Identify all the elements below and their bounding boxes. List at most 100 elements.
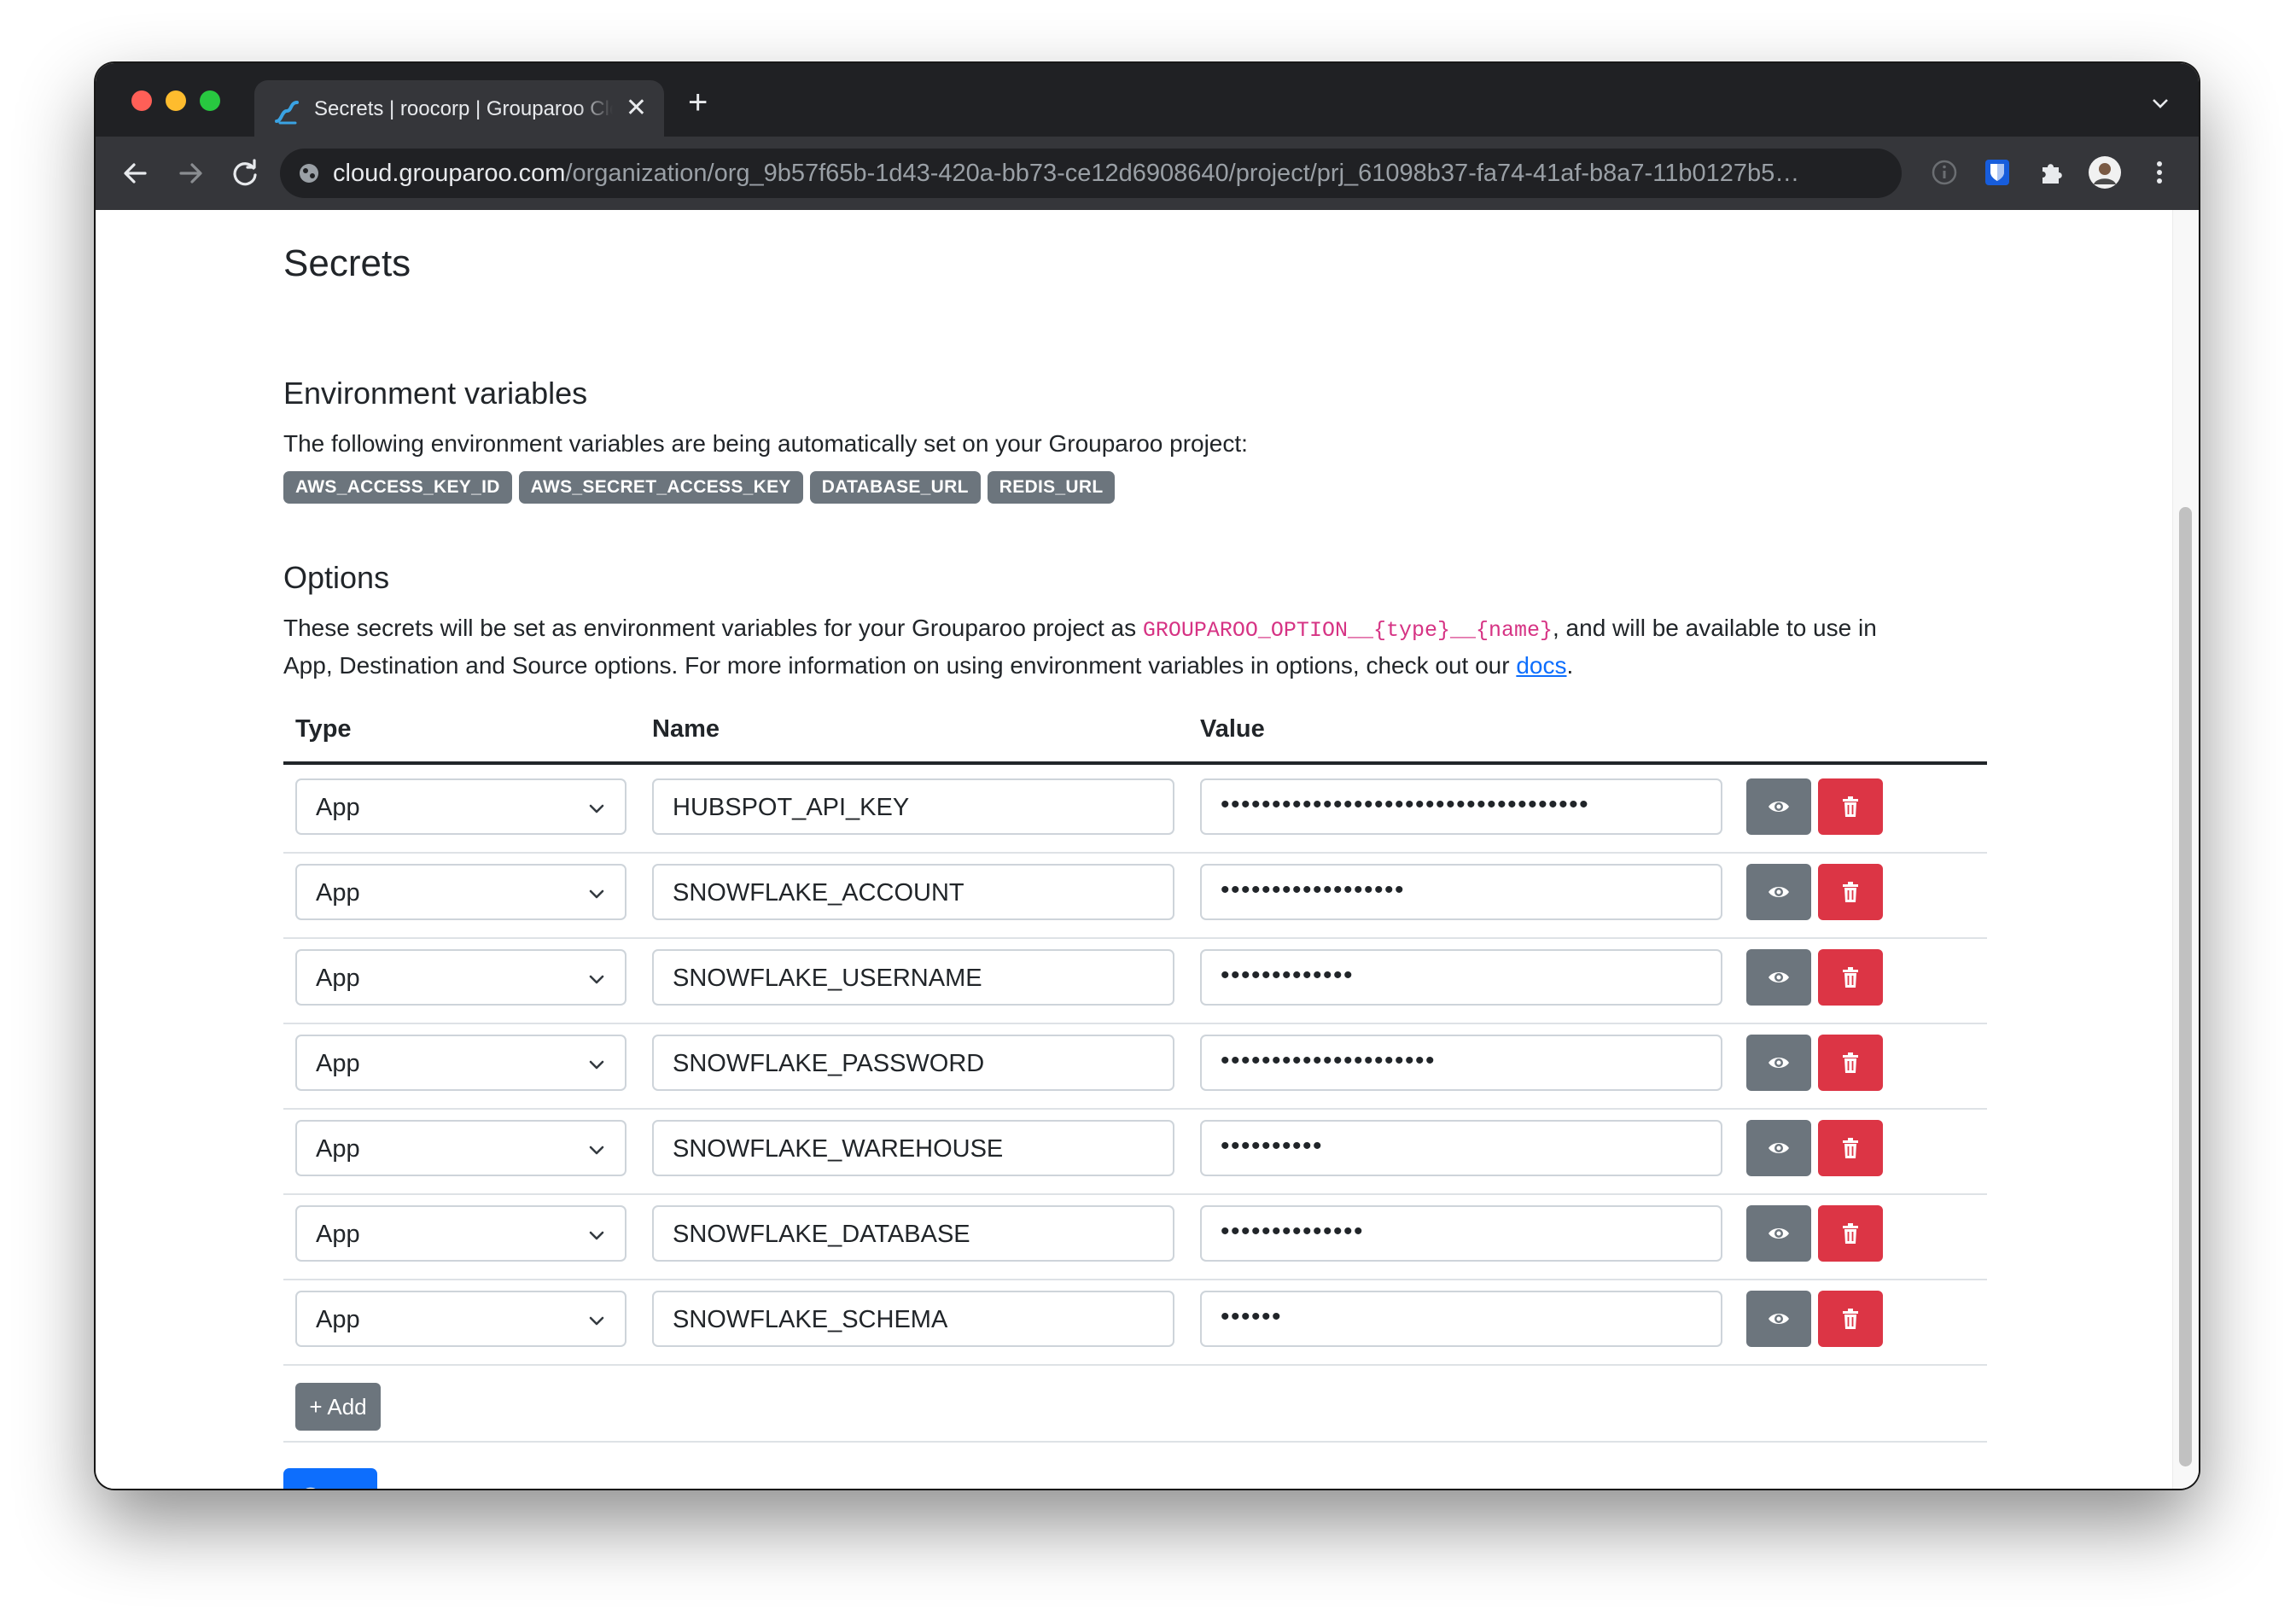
- close-icon[interactable]: ✕: [626, 94, 647, 123]
- column-header-value: Value: [1200, 715, 1265, 743]
- env-variables-heading: Environment variables: [283, 376, 588, 411]
- options-description-line-1: These secrets will be set as environment…: [283, 609, 1877, 650]
- secret-row: App SNOWFLAKE_ACCOUNT ••••••••••••••••••: [283, 852, 1987, 939]
- secret-value-input[interactable]: ••••••••••••••••••: [1200, 864, 1722, 920]
- trash-icon: [1843, 882, 1858, 902]
- options-text: These secrets will be set as environment…: [283, 615, 1143, 641]
- chevron-down-icon: [589, 1060, 604, 1070]
- save-button[interactable]: Save: [283, 1468, 377, 1489]
- secret-name-input[interactable]: SNOWFLAKE_ACCOUNT: [652, 864, 1174, 920]
- secret-value-input[interactable]: ••••••••••••••: [1200, 1205, 1722, 1262]
- docs-link[interactable]: docs: [1516, 652, 1566, 679]
- secret-name-input[interactable]: SNOWFLAKE_USERNAME: [652, 949, 1174, 1006]
- maximize-window-button[interactable]: [200, 90, 220, 111]
- secret-name-input[interactable]: SNOWFLAKE_WAREHOUSE: [652, 1120, 1174, 1176]
- eye-icon: [1769, 1314, 1789, 1324]
- secret-value-input[interactable]: ••••••: [1200, 1291, 1722, 1347]
- column-header-type: Type: [295, 715, 352, 743]
- reveal-secret-button[interactable]: [1746, 1291, 1811, 1347]
- trash-icon: [1843, 967, 1858, 988]
- trash-icon: [1843, 796, 1858, 817]
- type-select[interactable]: App: [295, 1291, 626, 1347]
- secret-name-input[interactable]: SNOWFLAKE_DATABASE: [652, 1205, 1174, 1262]
- type-select[interactable]: App: [295, 1035, 626, 1091]
- page-title: Secrets: [283, 242, 411, 284]
- reveal-secret-button[interactable]: [1746, 778, 1811, 835]
- secret-row: App SNOWFLAKE_DATABASE ••••••••••••••: [283, 1193, 1987, 1280]
- delete-secret-button[interactable]: [1818, 1120, 1883, 1176]
- eye-icon: [1769, 887, 1789, 897]
- browser-tab-active[interactable]: Secrets | roocorp | Grouparoo Cloud ✕: [254, 80, 664, 137]
- plus-icon[interactable]: +: [688, 85, 708, 120]
- type-select[interactable]: App: [295, 778, 626, 835]
- kebab-menu-icon[interactable]: [2142, 155, 2177, 189]
- secret-row: App SNOWFLAKE_WAREHOUSE ••••••••••: [283, 1108, 1987, 1195]
- extensions-puzzle-icon[interactable]: [2035, 155, 2069, 189]
- back-arrow-icon[interactable]: [118, 155, 154, 191]
- chevron-down-icon: [589, 975, 604, 984]
- reveal-secret-button[interactable]: [1746, 949, 1811, 1006]
- browser-toolbar: cloud.grouparoo.com/organization/org_9b5…: [96, 137, 2199, 210]
- forward-arrow-icon[interactable]: [172, 155, 208, 191]
- delete-secret-button[interactable]: [1818, 864, 1883, 920]
- delete-secret-button[interactable]: [1818, 1205, 1883, 1262]
- reveal-secret-button[interactable]: [1746, 1120, 1811, 1176]
- secret-name-input[interactable]: SNOWFLAKE_PASSWORD: [652, 1035, 1174, 1091]
- scrollbar-thumb[interactable]: [2179, 507, 2192, 1466]
- delete-secret-button[interactable]: [1818, 949, 1883, 1006]
- secret-value-input[interactable]: ••••••••••: [1200, 1120, 1722, 1176]
- url-host: cloud.grouparoo.com: [333, 160, 566, 187]
- env-badge: AWS_ACCESS_KEY_ID: [283, 471, 512, 504]
- reveal-secret-button[interactable]: [1746, 864, 1811, 920]
- scrollbar-track[interactable]: [2172, 210, 2199, 1489]
- close-window-button[interactable]: [131, 90, 152, 111]
- secret-value-input[interactable]: ••••••••••••••••••••••••••••••••••••: [1200, 778, 1722, 835]
- bitwarden-shield-icon[interactable]: [1980, 155, 2014, 189]
- minimize-window-button[interactable]: [166, 90, 186, 111]
- secret-name-input[interactable]: SNOWFLAKE_SCHEMA: [652, 1291, 1174, 1347]
- secret-masked-value: ••••••: [1221, 1303, 1283, 1331]
- reload-icon[interactable]: [227, 155, 263, 191]
- options-text: App, Destination and Source options. For…: [283, 652, 1517, 679]
- secret-masked-value: ••••••••••••••••••••••••••••••••••••: [1221, 790, 1590, 819]
- secret-masked-value: •••••••••••••••••••••: [1221, 1047, 1436, 1075]
- profile-avatar-icon[interactable]: [2088, 155, 2122, 189]
- divider: [283, 1441, 1987, 1443]
- secret-row: App HUBSPOT_API_KEY ••••••••••••••••••••••…: [283, 767, 1987, 854]
- secret-name-value: SNOWFLAKE_SCHEMA: [673, 1306, 948, 1333]
- eye-icon: [1769, 972, 1789, 982]
- type-select-value: App: [316, 1306, 360, 1333]
- secret-name-value: SNOWFLAKE_PASSWORD: [673, 1050, 985, 1077]
- trash-icon: [1843, 1309, 1858, 1329]
- url-text: cloud.grouparoo.com/organization/org_9b5…: [333, 160, 1869, 188]
- type-select[interactable]: App: [295, 1205, 626, 1262]
- delete-secret-button[interactable]: [1818, 778, 1883, 835]
- secret-name-input[interactable]: HUBSPOT_API_KEY: [652, 778, 1174, 835]
- type-select[interactable]: App: [295, 864, 626, 920]
- eye-icon: [1769, 1058, 1789, 1068]
- trash-icon: [1843, 1138, 1858, 1158]
- info-icon[interactable]: [1927, 155, 1961, 189]
- delete-secret-button[interactable]: [1818, 1035, 1883, 1091]
- chevron-down-icon: [589, 1231, 604, 1240]
- site-info-icon[interactable]: [297, 161, 321, 185]
- secret-value-input[interactable]: •••••••••••••: [1200, 949, 1722, 1006]
- reveal-secret-button[interactable]: [1746, 1205, 1811, 1262]
- chevron-down-icon[interactable]: [2151, 94, 2170, 113]
- secret-value-input[interactable]: •••••••••••••••••••••: [1200, 1035, 1722, 1091]
- browser-window: Secrets | roocorp | Grouparoo Cloud ✕ + …: [96, 63, 2199, 1489]
- type-select-value: App: [316, 1221, 360, 1248]
- type-select-value: App: [316, 1135, 360, 1163]
- options-text: .: [1566, 652, 1574, 679]
- add-secret-button[interactable]: + Add: [295, 1383, 381, 1431]
- delete-secret-button[interactable]: [1818, 1291, 1883, 1347]
- address-bar[interactable]: cloud.grouparoo.com/organization/org_9b5…: [280, 149, 1902, 198]
- secret-name-value: HUBSPOT_API_KEY: [673, 794, 910, 821]
- type-select[interactable]: App: [295, 949, 626, 1006]
- type-select[interactable]: App: [295, 1120, 626, 1176]
- secret-masked-value: ••••••••••••••: [1221, 1217, 1365, 1245]
- reveal-secret-button[interactable]: [1746, 1035, 1811, 1091]
- chevron-down-icon: [589, 889, 604, 899]
- secret-row: App SNOWFLAKE_SCHEMA ••••••: [283, 1279, 1987, 1366]
- type-select-value: App: [316, 794, 360, 821]
